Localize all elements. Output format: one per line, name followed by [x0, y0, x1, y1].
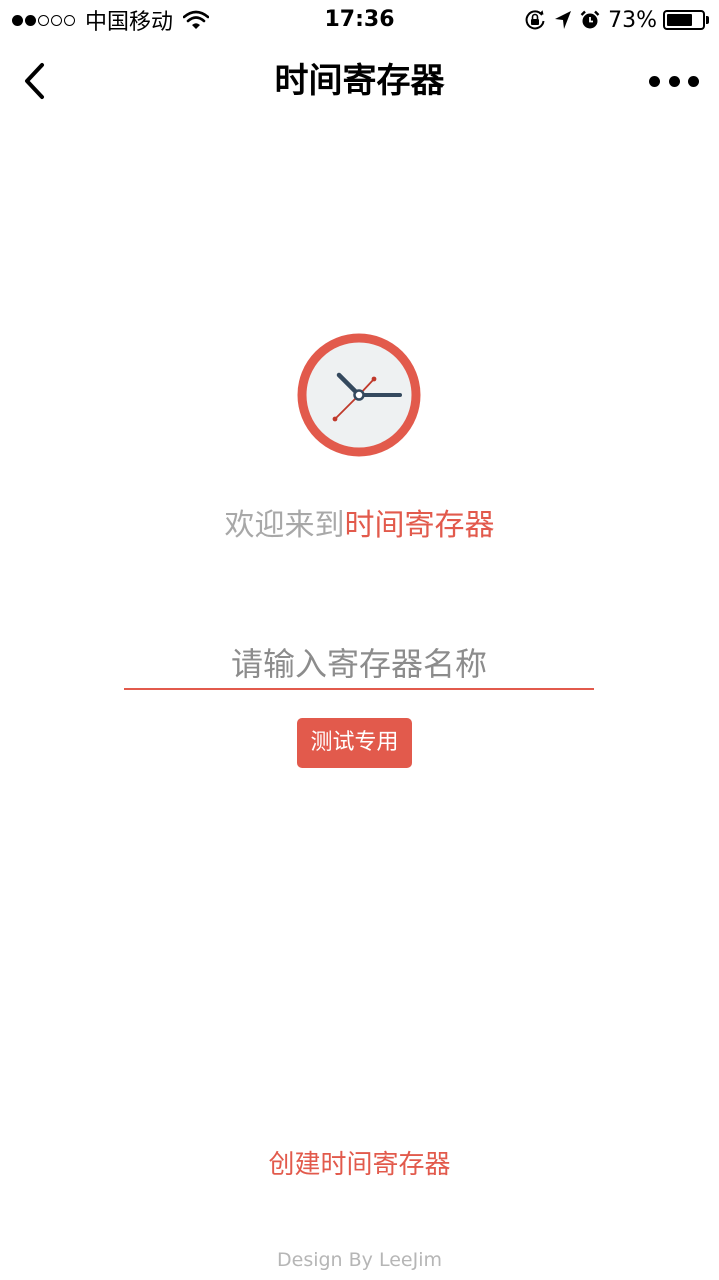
- app-screen: 中国移动 17:36 73% 时间寄存器 欢迎来到时间寄存器 请输入寄存器名称 …: [0, 0, 719, 1280]
- status-right: 73%: [516, 6, 709, 34]
- rotation-lock-icon: [524, 9, 546, 31]
- nav-bar: 时间寄存器: [0, 40, 719, 124]
- register-name-input[interactable]: [124, 640, 594, 690]
- location-arrow-icon: [554, 10, 572, 30]
- welcome-text: 欢迎来到时间寄存器: [0, 505, 719, 547]
- welcome-app-name: 时间寄存器: [344, 508, 495, 543]
- more-dots-icon: [649, 75, 660, 87]
- battery-cap: [706, 16, 709, 24]
- welcome-prefix: 欢迎来到: [224, 508, 345, 543]
- more-button[interactable]: [649, 70, 699, 92]
- test-button[interactable]: 测试专用: [297, 718, 412, 768]
- footer-credit: Design By LeeJim: [277, 1249, 442, 1271]
- alarm-icon: [580, 10, 600, 30]
- status-bar: 中国移动 17:36 73%: [0, 0, 719, 40]
- battery-percent: 73%: [608, 7, 657, 33]
- create-register-link[interactable]: 创建时间寄存器: [0, 1145, 719, 1185]
- page-title: 时间寄存器: [274, 61, 445, 101]
- clock-icon: [297, 333, 421, 457]
- battery-level-fill: [667, 14, 692, 26]
- battery-icon: [663, 10, 705, 30]
